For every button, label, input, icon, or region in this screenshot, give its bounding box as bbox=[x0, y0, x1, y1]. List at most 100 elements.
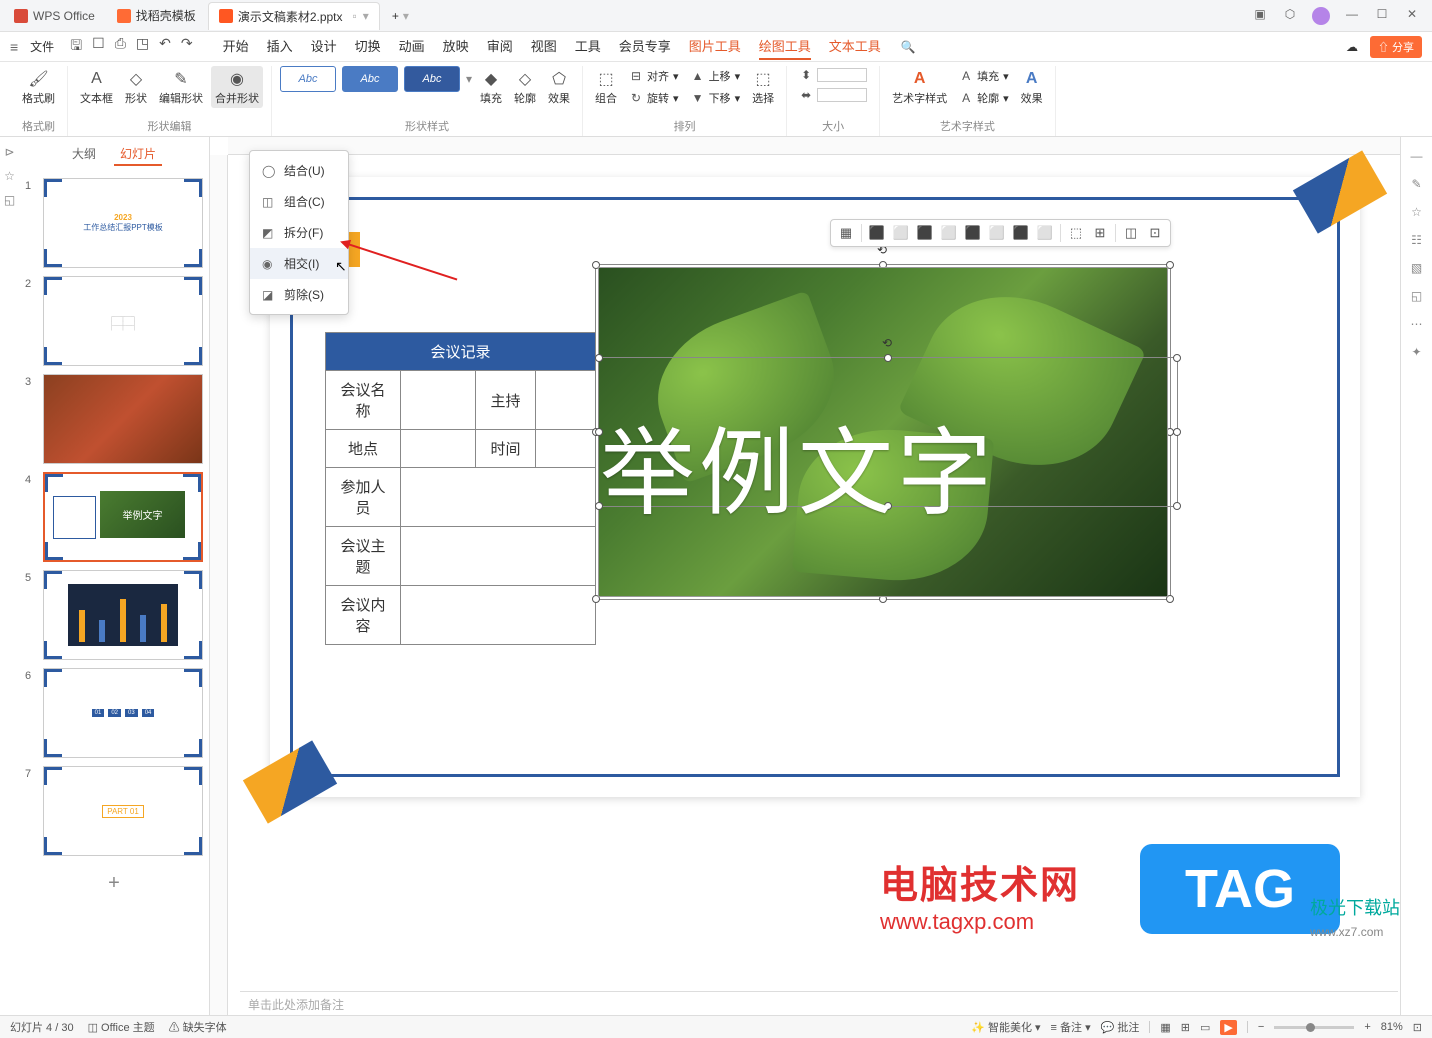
img-tool-more-icon[interactable]: ⊡ bbox=[1146, 224, 1164, 242]
slide-thumb-7[interactable]: PART 01 bbox=[43, 766, 203, 856]
menu-combine[interactable]: ◫组合(C) bbox=[250, 186, 348, 217]
tab-transition[interactable]: 切换 bbox=[355, 33, 381, 60]
img-tool-align-right-icon[interactable]: ⬛ bbox=[916, 224, 934, 242]
side-star-icon[interactable]: ☆ bbox=[1411, 205, 1422, 219]
example-text[interactable]: 举例文字 bbox=[600, 397, 1180, 534]
notes-button[interactable]: ≡ 备注 ▾ bbox=[1051, 1019, 1091, 1035]
cube-icon[interactable]: ⬡ bbox=[1282, 7, 1298, 25]
send-backward-button[interactable]: ▼下移▾ bbox=[687, 88, 745, 108]
side-more-icon[interactable]: ⋯ bbox=[1411, 317, 1423, 331]
meeting-table[interactable]: 会议记录 会议名称主持 地点时间 参加人员 会议主题 会议内容 bbox=[325, 332, 596, 645]
rotate-button[interactable]: ↻旋转▾ bbox=[625, 88, 683, 108]
slide-list[interactable]: 1 2023工作总结汇报PPT模板 2 ┌─┬─┐├─┼─┤ 3 4 举例文字 … bbox=[19, 172, 209, 909]
minimize-button[interactable]: — bbox=[1344, 7, 1360, 25]
fit-icon[interactable]: ⊡ bbox=[1413, 1021, 1422, 1034]
height-field[interactable] bbox=[817, 68, 867, 82]
shape-style-gallery[interactable]: Abc Abc Abc ▾ bbox=[280, 66, 472, 92]
side-collapse-icon[interactable]: — bbox=[1411, 149, 1423, 163]
panel-icon[interactable]: ▣ bbox=[1252, 7, 1268, 25]
search-icon[interactable]: 🔍 bbox=[901, 40, 916, 54]
table-cell[interactable]: 地点 bbox=[326, 430, 401, 468]
shape-button[interactable]: ◇形状 bbox=[121, 66, 151, 108]
img-tool-match-icon[interactable]: ⬚ bbox=[1067, 224, 1085, 242]
slide-thumb-4[interactable]: 举例文字 bbox=[43, 472, 203, 562]
img-tool-align-left-icon[interactable]: ⬛ bbox=[868, 224, 886, 242]
img-tool-align-bot-icon[interactable]: ⬜ bbox=[988, 224, 1006, 242]
tab-picture-tools[interactable]: 图片工具 bbox=[689, 33, 741, 60]
new-tab-button[interactable]: + ▾ bbox=[382, 2, 419, 30]
menu-union[interactable]: ◯结合(U) bbox=[250, 155, 348, 186]
outline-tab[interactable]: 大纲 bbox=[66, 143, 102, 166]
new-icon[interactable]: ☐ bbox=[92, 35, 105, 59]
tab-member[interactable]: 会员专享 bbox=[619, 33, 671, 60]
slides-tab[interactable]: 幻灯片 bbox=[114, 143, 162, 166]
tab-dropdown-icon[interactable]: ▾ bbox=[363, 9, 369, 23]
text-fill-button[interactable]: A填充▾ bbox=[955, 66, 1013, 86]
template-tab[interactable]: 找稻壳模板 bbox=[107, 2, 206, 30]
text-effect-button[interactable]: A效果 bbox=[1017, 66, 1047, 108]
text-outline-button[interactable]: A轮廓▾ bbox=[955, 88, 1013, 108]
tab-drawing-tools[interactable]: 绘图工具 bbox=[759, 33, 811, 60]
undo-icon[interactable]: ↶ bbox=[159, 35, 171, 59]
side-clipboard-icon[interactable]: ☷ bbox=[1411, 233, 1422, 247]
tab-view[interactable]: 视图 bbox=[531, 33, 557, 60]
zoom-in-icon[interactable]: + bbox=[1364, 1021, 1370, 1033]
tab-slideshow[interactable]: 放映 bbox=[443, 33, 469, 60]
tab-tools[interactable]: 工具 bbox=[575, 33, 601, 60]
table-cell[interactable]: 会议主题 bbox=[326, 527, 401, 586]
table-cell[interactable]: 会议内容 bbox=[326, 586, 401, 645]
tab-home[interactable]: 开始 bbox=[223, 33, 249, 60]
smart-beautify-button[interactable]: ✨ 智能美化 ▾ bbox=[971, 1019, 1040, 1035]
img-tool-align-center-icon[interactable]: ⬜ bbox=[892, 224, 910, 242]
style-preset-3[interactable]: Abc bbox=[404, 66, 460, 92]
side-effects-icon[interactable]: ✦ bbox=[1411, 345, 1421, 359]
img-tool-dist-h-icon[interactable]: ⬛ bbox=[1012, 224, 1030, 242]
gallery-more-icon[interactable]: ▾ bbox=[466, 72, 472, 86]
textbox-button[interactable]: A文本框 bbox=[76, 66, 117, 108]
zoom-value[interactable]: 81% bbox=[1381, 1021, 1403, 1033]
menu-intersect[interactable]: ◉相交(I) bbox=[250, 248, 348, 279]
bring-forward-button[interactable]: ▲上移▾ bbox=[687, 66, 745, 86]
merge-shape-button[interactable]: ◉合并形状 bbox=[211, 66, 263, 108]
redo-icon[interactable]: ↷ bbox=[181, 35, 193, 59]
width-input[interactable]: ⬌ bbox=[795, 86, 871, 104]
height-input[interactable]: ⬍ bbox=[795, 66, 871, 84]
slide-thumb-2[interactable]: ┌─┬─┐├─┼─┤ bbox=[43, 276, 203, 366]
maximize-button[interactable]: ☐ bbox=[1374, 7, 1390, 25]
table-cell[interactable]: 会议名称 bbox=[326, 371, 401, 430]
view-sorter-icon[interactable]: ⊞ bbox=[1181, 1021, 1190, 1034]
notes-pane[interactable]: 单击此处添加备注 bbox=[240, 991, 1398, 1015]
img-tool-align-top-icon[interactable]: ⬜ bbox=[940, 224, 958, 242]
select-button[interactable]: ⬚选择 bbox=[748, 66, 778, 108]
slide-thumb-5[interactable] bbox=[43, 570, 203, 660]
img-tool-same-icon[interactable]: ⊞ bbox=[1091, 224, 1109, 242]
img-tool-dist-v-icon[interactable]: ⬜ bbox=[1036, 224, 1054, 242]
table-cell[interactable]: 时间 bbox=[476, 430, 536, 468]
style-preset-1[interactable]: Abc bbox=[280, 66, 336, 92]
zoom-slider[interactable] bbox=[1274, 1026, 1354, 1029]
menu-subtract[interactable]: ◪剪除(S) bbox=[250, 279, 348, 310]
file-menu[interactable]: 文件 bbox=[22, 34, 62, 59]
slide-thumb-6[interactable]: 01020304 bbox=[43, 668, 203, 758]
tab-insert[interactable]: 插入 bbox=[267, 33, 293, 60]
combine-button[interactable]: ⬚组合 bbox=[591, 66, 621, 108]
side-select-icon[interactable]: ◱ bbox=[1411, 289, 1422, 303]
table-cell[interactable]: 主持 bbox=[476, 371, 536, 430]
add-slide-button[interactable]: + bbox=[25, 864, 203, 903]
document-tab[interactable]: 演示文稿素材2.pptx ▫ ▾ bbox=[208, 2, 380, 30]
edit-shape-button[interactable]: ✎编辑形状 bbox=[155, 66, 207, 108]
img-tool-group-icon[interactable]: ◫ bbox=[1122, 224, 1140, 242]
menu-icon[interactable]: ≡ bbox=[10, 39, 18, 55]
tab-text-tools[interactable]: 文本工具 bbox=[829, 33, 881, 60]
chevron-down-icon[interactable]: ▾ bbox=[403, 9, 409, 23]
missing-font-warning[interactable]: ⚠ 缺失字体 bbox=[169, 1019, 227, 1035]
tab-menu-icon[interactable]: ▫ bbox=[353, 9, 357, 23]
user-avatar-icon[interactable] bbox=[1312, 7, 1330, 25]
width-field[interactable] bbox=[817, 88, 867, 102]
nav-pin-icon[interactable]: ⊳ bbox=[4, 145, 14, 159]
side-image-icon[interactable]: ▧ bbox=[1411, 261, 1422, 275]
close-button[interactable]: ✕ bbox=[1404, 7, 1420, 25]
side-style-icon[interactable]: ✎ bbox=[1411, 177, 1421, 191]
tab-review[interactable]: 审阅 bbox=[487, 33, 513, 60]
save-icon[interactable]: 🖫 bbox=[70, 35, 82, 59]
